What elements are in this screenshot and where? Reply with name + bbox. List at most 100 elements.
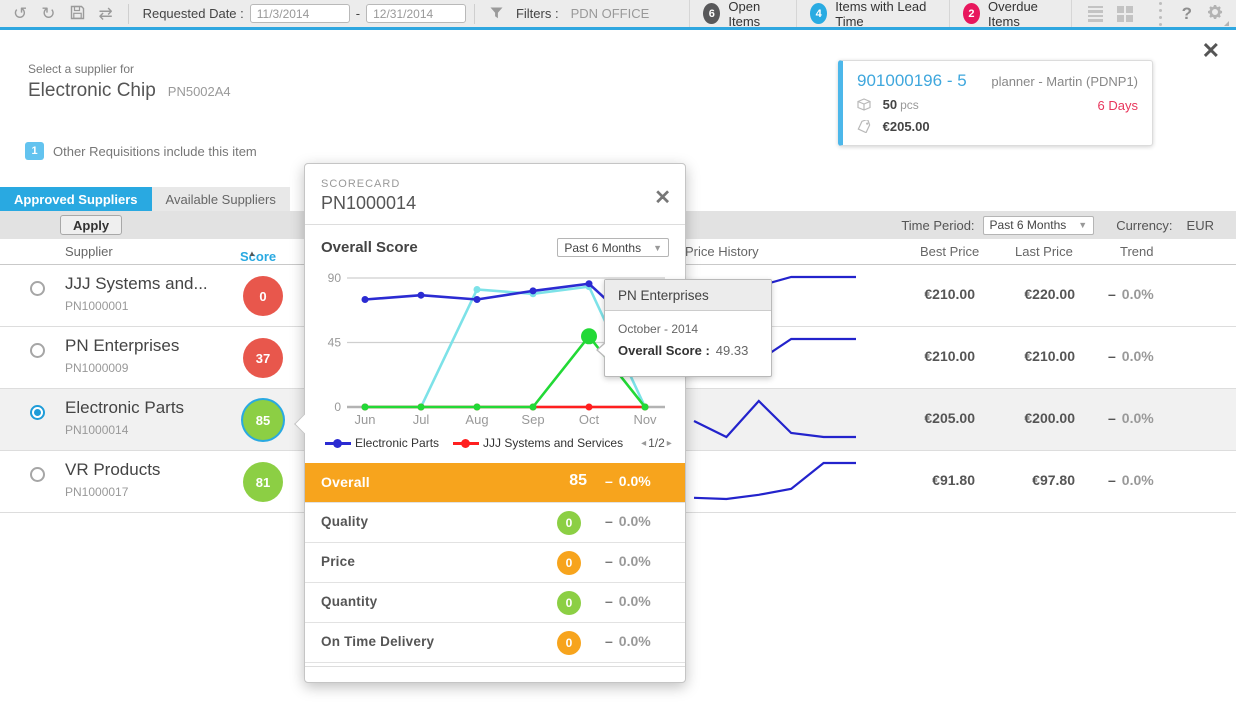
grid-view-icon[interactable]	[1117, 6, 1133, 22]
score-badge[interactable]: 81	[243, 462, 283, 502]
metric-row-price[interactable]: Price 0 –0.0%	[305, 543, 685, 583]
help-icon[interactable]: ?	[1182, 4, 1192, 24]
quantity-unit: pcs	[900, 98, 919, 112]
requisition-card[interactable]: 901000196 - 5 planner - Martin (PDNP1) 5…	[838, 60, 1153, 146]
planner-label: planner - Martin (PDNP1)	[991, 74, 1138, 89]
quantity-value: 50	[883, 97, 897, 112]
scorecard-metrics: Overall 85 –0.0% Quality 0 –0.0% Price 0…	[305, 463, 685, 663]
filters-value[interactable]: PDN OFFICE	[571, 6, 650, 21]
trend-value: –0.0%	[1108, 286, 1154, 302]
supplier-radio[interactable]	[30, 467, 45, 482]
requisitions-count-badge[interactable]: 1	[25, 142, 44, 160]
apply-button[interactable]: Apply	[60, 215, 122, 235]
lead-time-items-count: 4	[810, 3, 827, 24]
undo-icon[interactable]: ↺	[13, 5, 27, 22]
legend-marker	[453, 439, 479, 448]
last-price-value: €97.80	[995, 472, 1075, 488]
list-view-icon[interactable]	[1088, 6, 1103, 22]
supplier-radio[interactable]	[30, 281, 45, 296]
time-period-dropdown[interactable]: Past 6 Months ▼	[983, 216, 1095, 235]
item-title: Electronic Chip	[28, 80, 156, 102]
lead-time-value: 6 Days	[1098, 98, 1138, 113]
page-close-icon[interactable]: ✕	[1202, 40, 1220, 62]
overdue-items-badge[interactable]: 2 Overdue Items	[949, 0, 1071, 27]
filters-label: Filters :	[516, 6, 559, 21]
legend-prev-icon[interactable]: ◂	[641, 438, 646, 449]
metric-trend: –0.0%	[605, 553, 651, 569]
dotted-divider	[1159, 2, 1162, 26]
trend-value: –0.0%	[1108, 348, 1154, 364]
lead-time-items-label: Items with Lead Time	[835, 0, 936, 29]
tab-available-suppliers[interactable]: Available Suppliers	[152, 187, 290, 211]
metric-trend: –0.0%	[605, 513, 651, 529]
best-price-value: €210.00	[895, 286, 975, 302]
item-part-number: PN5002A4	[168, 84, 231, 99]
supplier-radio-selected[interactable]	[30, 405, 45, 420]
trend-value: –0.0%	[1108, 472, 1154, 488]
save-icon[interactable]	[70, 5, 85, 23]
scorecard-period-dropdown[interactable]: Past 6 Months ▼	[557, 238, 669, 257]
price-tag-icon	[857, 121, 871, 136]
col-trend: Trend	[1120, 244, 1153, 259]
supplier-name: Electronic Parts	[65, 398, 184, 418]
overdue-items-count: 2	[963, 3, 980, 24]
supplier-pn: PN1000017	[65, 485, 128, 499]
col-last-price: Last Price	[1015, 244, 1073, 259]
settings-gear-icon[interactable]	[1206, 3, 1224, 24]
last-price-value: €200.00	[995, 410, 1075, 426]
supplier-pn: PN1000001	[65, 299, 128, 313]
scorecard-kicker: SCORECARD	[321, 178, 669, 190]
date-from-input[interactable]	[250, 4, 350, 23]
metric-chip: 0	[557, 631, 581, 655]
last-price-value: €220.00	[995, 286, 1075, 302]
legend-item[interactable]: Electronic Parts	[325, 436, 439, 450]
currency-label: Currency:	[1116, 218, 1172, 233]
svg-text:Nov: Nov	[633, 412, 657, 427]
select-supplier-subtitle: Select a supplier for	[28, 62, 134, 76]
svg-text:Aug: Aug	[465, 412, 488, 427]
transfer-icon[interactable]: ⇄	[99, 5, 113, 22]
scorecard-popup: SCORECARD PN1000014 ✕ Overall Score Past…	[304, 163, 686, 683]
metric-trend: –0.0%	[605, 633, 651, 649]
metric-chip: 0	[557, 511, 581, 535]
requisitions-text: Other Requisitions include this item	[53, 144, 257, 159]
metric-label: Price	[321, 554, 355, 569]
legend-label: Electronic Parts	[355, 436, 439, 450]
metric-label: Overall	[321, 474, 370, 490]
metric-value: 85	[551, 472, 587, 490]
legend-next-icon[interactable]: ▸	[667, 438, 672, 449]
date-to-input[interactable]	[366, 4, 466, 23]
metric-row-on-time-delivery[interactable]: On Time Delivery 0 –0.0%	[305, 623, 685, 663]
currency-value: EUR	[1187, 218, 1214, 233]
tooltip-title: PN Enterprises	[605, 280, 771, 311]
metric-row-overall[interactable]: Overall 85 –0.0%	[305, 463, 685, 503]
package-icon	[857, 99, 871, 114]
svg-text:Sep: Sep	[521, 412, 544, 427]
supplier-tabs: Approved Suppliers Available Suppliers	[0, 187, 290, 211]
col-best-price: Best Price	[920, 244, 979, 259]
score-badge[interactable]: 37	[243, 338, 283, 378]
metric-row-quantity[interactable]: Quantity 0 –0.0%	[305, 583, 685, 623]
legend-item[interactable]: JJJ Systems and Services	[453, 436, 623, 450]
order-number-link[interactable]: 901000196 - 5	[857, 71, 967, 91]
metric-trend: –0.0%	[605, 593, 651, 609]
score-badge[interactable]: 0	[243, 276, 283, 316]
open-items-label: Open Items	[728, 0, 783, 29]
score-badge[interactable]: 85	[243, 400, 283, 440]
popup-close-icon[interactable]: ✕	[654, 188, 671, 208]
metric-row-quality[interactable]: Quality 0 –0.0%	[305, 503, 685, 543]
open-items-badge[interactable]: 6 Open Items	[689, 0, 796, 27]
chevron-down-icon: ▼	[653, 243, 662, 253]
filter-icon[interactable]	[490, 5, 503, 22]
supplier-name: JJJ Systems and...	[65, 274, 208, 294]
redo-icon[interactable]: ↻	[41, 5, 55, 22]
popup-footer	[305, 666, 685, 683]
lead-time-items-badge[interactable]: 4 Items with Lead Time	[796, 0, 949, 27]
best-price-value: €210.00	[895, 348, 975, 364]
supplier-radio[interactable]	[30, 343, 45, 358]
price-history-sparkline	[690, 457, 860, 507]
col-price-history: Price History	[685, 244, 759, 259]
divider	[128, 4, 129, 24]
metric-trend: –0.0%	[605, 473, 651, 489]
tab-approved-suppliers[interactable]: Approved Suppliers	[0, 187, 152, 211]
